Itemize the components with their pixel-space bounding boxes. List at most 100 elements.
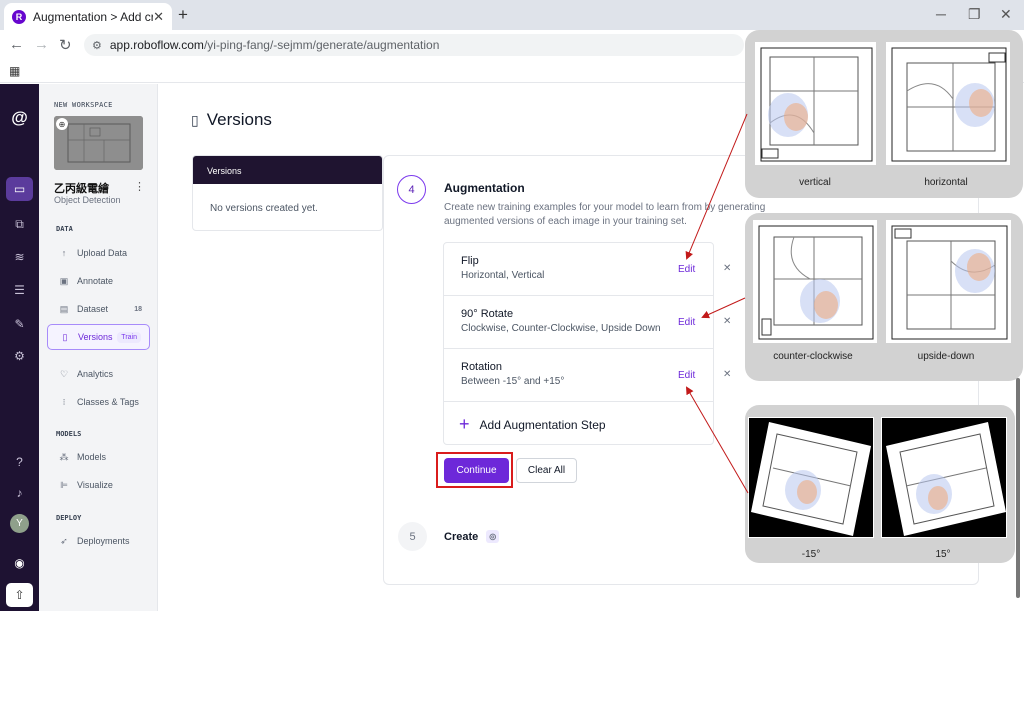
roboflow-logo-icon[interactable]: @ <box>0 108 39 128</box>
versions-title-icon: ▯ <box>191 111 199 128</box>
upload-rail-icon[interactable]: ⇧ <box>6 583 33 607</box>
url-host: app.roboflow.com <box>109 38 204 52</box>
sidebar-item-analytics[interactable]: ♡ Analytics <box>47 363 150 385</box>
remove-90-rotate-icon[interactable]: ✕ <box>723 316 731 327</box>
page-title: ▯ Versions <box>191 110 272 130</box>
apps-grid-icon[interactable]: ▦ <box>9 64 20 78</box>
sidebar-item-models[interactable]: ⁂ Models <box>47 446 150 468</box>
step-detail: Horizontal, Vertical <box>461 270 545 281</box>
project-menu-icon[interactable]: ⋮ <box>134 180 145 193</box>
augmentation-step-rotation: Rotation Between -15° and +15° Edit <box>444 349 713 402</box>
globe-icon: ⊕ <box>56 118 68 130</box>
step-5-badge: 5 <box>398 522 427 551</box>
clear-all-button[interactable]: Clear All <box>516 458 577 483</box>
analytics-rail-icon[interactable]: ≋ <box>0 250 39 264</box>
sidebar-item-label: Versions <box>78 332 113 342</box>
edit-rotation-button[interactable]: Edit <box>678 370 695 381</box>
roboflow-favicon-icon: R <box>12 9 26 24</box>
sidebar-item-upload-data[interactable]: ↑ Upload Data <box>47 242 150 264</box>
rotation-plus-15-caption: 15° <box>935 549 951 560</box>
forward-icon[interactable]: → <box>34 36 49 53</box>
rotate-upside-down-image <box>886 220 1011 343</box>
section-data: DATA <box>56 225 73 233</box>
step-name: Flip <box>461 255 479 267</box>
add-step-label: Add Augmentation Step <box>479 417 606 432</box>
help-rail-icon[interactable]: ? <box>0 455 39 469</box>
flip-preview-panel: vertical horizontal <box>745 30 1023 198</box>
section-deploy: DEPLOY <box>56 514 82 522</box>
sidebar-item-label: Classes & Tags <box>77 397 139 407</box>
dataset-count-badge: 18 <box>134 305 142 313</box>
sidebar-item-label: Analytics <box>77 369 114 379</box>
remove-rotation-icon[interactable]: ✕ <box>723 369 731 380</box>
create-step-title: Create ◎ <box>444 530 500 543</box>
edit-90-rotate-button[interactable]: Edit <box>678 317 695 328</box>
user-avatar[interactable]: Y <box>10 514 29 533</box>
window-close-icon[interactable]: ✕ <box>1000 6 1012 23</box>
sidebar-item-classes-tags[interactable]: ⁝ Classes & Tags <box>47 391 150 413</box>
rotate-counter-clockwise-caption: counter-clockwise <box>773 351 853 362</box>
rotation-preview-panel: -15° 15° <box>745 405 1015 563</box>
icon-rail: @ ▭ ⧉ ≋ ☰ ✎ ⚙ ? ♪ Y ◉ ⇧ <box>0 84 39 611</box>
add-augmentation-step-button[interactable]: + Add Augmentation Step <box>459 414 606 435</box>
project-type: Object Detection <box>54 195 121 205</box>
browser-tab-strip: R Augmentation > Add crop ✕ + ─ ❐ ✕ <box>0 0 1024 30</box>
flip-horizontal-image <box>886 42 1010 165</box>
sidebar-item-label: Visualize <box>77 480 113 490</box>
universe-rail-icon[interactable]: ◉ <box>0 556 39 570</box>
rotation-minus-15-caption: -15° <box>801 549 821 560</box>
sidebar-item-label: Deployments <box>77 536 130 546</box>
project-name[interactable]: 乙丙級電繪 <box>54 180 109 196</box>
minimize-icon[interactable]: ─ <box>936 6 946 22</box>
sidebar-item-visualize[interactable]: ⊫ Visualize <box>47 474 150 496</box>
rotation-minus-15-image <box>748 417 874 538</box>
versions-empty-text: No versions created yet. <box>210 203 318 214</box>
flip-vertical-image <box>755 42 876 165</box>
workflows-rail-icon[interactable]: ⧉ <box>0 217 39 232</box>
restore-icon[interactable]: ❐ <box>968 6 981 23</box>
sidebar-item-versions[interactable]: ▯ Versions Train <box>47 324 150 350</box>
annotate-icon: ▣ <box>59 275 69 286</box>
visualize-icon: ⊫ <box>60 479 68 490</box>
sidebar-item-annotate[interactable]: ▣ Annotate <box>47 270 150 292</box>
back-icon[interactable]: ← <box>9 36 24 53</box>
annotate-rail-icon[interactable]: ✎ <box>0 317 39 331</box>
workspace-label: NEW WORKSPACE <box>54 101 113 109</box>
augmentation-step-flip: Flip Horizontal, Vertical Edit <box>444 243 713 296</box>
upload-icon: ↑ <box>61 248 67 258</box>
continue-button[interactable]: Continue <box>444 458 509 483</box>
create-title-text: Create <box>444 530 479 543</box>
rotate90-preview-panel: counter-clockwise upside-down <box>745 213 1023 381</box>
plus-icon: + <box>459 414 470 434</box>
app-root: R Augmentation > Add crop ✕ + ─ ❐ ✕ ← → … <box>0 0 1024 727</box>
new-tab-icon[interactable]: + <box>178 5 188 25</box>
close-tab-icon[interactable]: ✕ <box>153 9 164 25</box>
sidebar-item-deployments[interactable]: ➶ Deployments <box>47 530 150 552</box>
edit-flip-button[interactable]: Edit <box>678 264 695 275</box>
sidebar-item-label: Models <box>77 452 107 462</box>
step-4-badge: 4 <box>397 175 426 204</box>
remove-flip-icon[interactable]: ✕ <box>723 263 731 274</box>
url-field[interactable]: ⚙ app.roboflow.com/yi-ping-fang/-sejmm/g… <box>84 34 744 56</box>
step-detail: Between -15° and +15° <box>461 376 565 387</box>
versions-list-card: Versions No versions created yet. <box>192 155 383 231</box>
train-badge: Train <box>117 331 141 343</box>
settings-rail-icon[interactable]: ⚙ <box>0 349 39 363</box>
rocket-icon: ➶ <box>60 535 68 546</box>
reload-icon[interactable]: ↻ <box>59 36 72 54</box>
overlay-scrollbar[interactable] <box>1016 378 1020 598</box>
page-title-text: Versions <box>206 110 272 129</box>
rotate-upside-down-caption: upside-down <box>917 351 975 362</box>
site-settings-icon[interactable]: ⚙ <box>92 39 102 52</box>
augmentation-description: Create new training examples for your mo… <box>444 202 766 227</box>
sidebar-item-dataset[interactable]: ▤ Dataset 18 <box>47 298 150 320</box>
versions-card-header: Versions <box>193 156 382 184</box>
augmentation-title: Augmentation <box>444 181 525 195</box>
project-thumbnail[interactable]: ⊕ <box>54 116 143 170</box>
projects-rail-icon[interactable]: ▭ <box>6 177 33 201</box>
sidebar-item-label: Upload Data <box>77 248 128 258</box>
browser-tab[interactable]: R Augmentation > Add crop ✕ <box>4 3 172 30</box>
dataset-icon: ▤ <box>59 303 69 314</box>
notifications-rail-icon[interactable]: ♪ <box>0 486 39 500</box>
data-rail-icon[interactable]: ☰ <box>0 283 39 297</box>
